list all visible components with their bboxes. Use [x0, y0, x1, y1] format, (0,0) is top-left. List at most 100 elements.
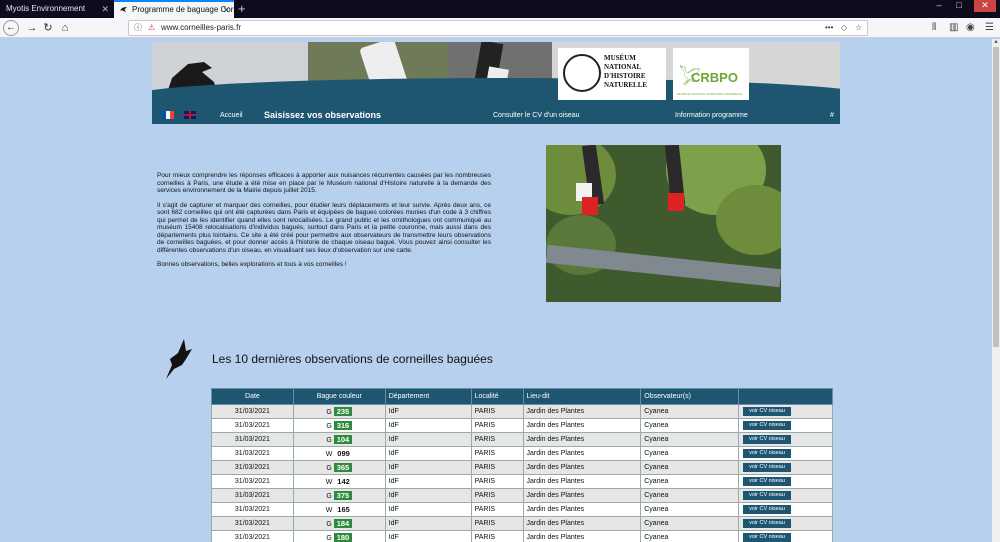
- cell-localite: PARIS: [470, 432, 524, 447]
- menu-consulter[interactable]: Consulter le CV d'un oiseau: [493, 108, 580, 123]
- window-close-icon[interactable]: ✕: [974, 0, 996, 12]
- voir-cv-button[interactable]: voir CV oiseau: [743, 491, 791, 500]
- cell-localite: PARIS: [470, 530, 524, 542]
- table-row: 31/03/2021 G 235 IdF PARIS Jardin des Plante…: [211, 404, 833, 419]
- cell-action: voir CV oiseau: [738, 404, 833, 419]
- new-tab-icon[interactable]: +: [238, 0, 246, 17]
- cell-departement: IdF: [384, 530, 472, 542]
- cell-observateur: Cyanea: [640, 488, 740, 503]
- crbpo-logo[interactable]: 𓅯 CRBPO MUSÉUM NATIONAL D'HISTOIRE NATUR…: [673, 48, 749, 100]
- cell-action: voir CV oiseau: [738, 432, 833, 447]
- cell-action: voir CV oiseau: [738, 488, 833, 503]
- header-date: Date: [211, 388, 294, 405]
- cell-action: voir CV oiseau: [738, 446, 833, 461]
- table-row: 31/03/2021 G 180 IdF PARIS Jardin des Plante…: [211, 530, 833, 542]
- home-icon[interactable]: ⌂: [57, 20, 73, 36]
- scroll-up-icon[interactable]: ▲: [992, 39, 1000, 45]
- voir-cv-button[interactable]: voir CV oiseau: [743, 435, 791, 444]
- url-text[interactable]: www.corneilles-paris.fr: [161, 21, 241, 35]
- back-icon[interactable]: ←: [3, 20, 19, 36]
- cell-action: voir CV oiseau: [738, 516, 833, 531]
- menu-saisissez[interactable]: Saisissez vos observations: [264, 108, 381, 123]
- voir-cv-button[interactable]: voir CV oiseau: [743, 477, 791, 486]
- voir-cv-button[interactable]: voir CV oiseau: [743, 533, 791, 542]
- table-row: 31/03/2021 G 375 IdF PARIS Jardin des Plante…: [211, 488, 833, 503]
- cell-observateur: Cyanea: [640, 460, 740, 475]
- bookmark-star-icon[interactable]: ☆: [855, 22, 862, 34]
- voir-cv-button[interactable]: voir CV oiseau: [743, 449, 791, 458]
- cell-departement: IdF: [384, 516, 472, 531]
- french-flag-icon[interactable]: [162, 111, 174, 119]
- extension-icon[interactable]: ◉: [966, 20, 975, 36]
- tab-title: Myotis Environnement: [6, 4, 86, 13]
- ring-color-letter: G: [326, 521, 332, 528]
- close-tab-icon[interactable]: ✕: [101, 0, 109, 18]
- menu-icon[interactable]: ☰: [985, 20, 994, 36]
- table-row: 31/03/2021 W 099 IdF PARIS Jardin des Plante…: [211, 446, 833, 461]
- menu-information[interactable]: Information programme: [675, 108, 748, 123]
- mnhn-logo[interactable]: MUSÉUM NATIONAL D'HISTOIRE NATURELLE: [558, 48, 666, 100]
- minimize-icon[interactable]: –: [930, 0, 948, 12]
- crbpo-logo-subtext: MUSÉUM NATIONAL D'HISTOIRE NATURELLE: [677, 92, 742, 96]
- cell-localite: PARIS: [470, 516, 524, 531]
- table-row: 31/03/2021 W 142 IdF PARIS Jardin des Plante…: [211, 474, 833, 489]
- forward-icon[interactable]: →: [24, 20, 40, 36]
- sidebar-icon[interactable]: ▥: [949, 20, 958, 36]
- cell-departement: IdF: [384, 474, 472, 489]
- ring-code: 180: [333, 533, 353, 542]
- table-row: 31/03/2021 G 184 IdF PARIS Jardin des Plante…: [211, 516, 833, 531]
- page-scrollbar[interactable]: ▲: [992, 39, 1000, 542]
- more-icon[interactable]: •••: [825, 22, 833, 34]
- header-action: [738, 388, 833, 405]
- header-lieu: Lieu-dit: [522, 388, 642, 405]
- ring-color-letter: W: [325, 479, 333, 486]
- tab-corneilles[interactable]: Programme de baguage Corn ✕: [114, 0, 234, 18]
- cell-observateur: Cyanea: [640, 432, 740, 447]
- mnhn-seal-icon: [563, 54, 601, 92]
- menu-accueil[interactable]: Accueil: [220, 108, 243, 123]
- intro-paragraph-1: Pour mieux comprendre les réponses effic…: [157, 172, 491, 194]
- cell-localite: PARIS: [470, 446, 524, 461]
- voir-cv-button[interactable]: voir CV oiseau: [743, 519, 791, 528]
- cell-lieu: Jardin des Plantes: [522, 474, 642, 489]
- ring-code: 316: [333, 421, 353, 430]
- section-title: Les 10 dernières observations de corneil…: [212, 352, 493, 366]
- ringed-crow-photo: [546, 145, 781, 302]
- site-menu: Accueil Saisissez vos observations Consu…: [152, 108, 840, 124]
- cell-date: 31/03/2021: [211, 502, 294, 517]
- close-tab-icon[interactable]: ✕: [222, 2, 230, 18]
- table-header-row: Date Bague couleur Département Localité …: [211, 388, 833, 405]
- ring-color-letter: G: [326, 493, 332, 500]
- tab-myotis[interactable]: Myotis Environnement ✕: [0, 0, 113, 18]
- cell-lieu: Jardin des Plantes: [522, 530, 642, 542]
- ring-code: 375: [333, 491, 353, 500]
- cell-date: 31/03/2021: [211, 474, 294, 489]
- cell-date: 31/03/2021: [211, 418, 294, 433]
- menu-hash[interactable]: #: [830, 108, 834, 123]
- info-icon[interactable]: ⓘ: [134, 22, 142, 34]
- voir-cv-button[interactable]: voir CV oiseau: [743, 407, 791, 416]
- observations-table: Date Bague couleur Département Localité …: [211, 388, 833, 542]
- intro-paragraph-2: Il s'agit de capturer et marquer des cor…: [157, 201, 491, 254]
- tab-bar: Myotis Environnement ✕ Programme de bagu…: [0, 0, 1000, 18]
- maximize-icon[interactable]: □: [950, 0, 968, 12]
- header-observateur: Observateur(s): [640, 388, 740, 405]
- cell-date: 31/03/2021: [211, 404, 294, 419]
- pocket-icon[interactable]: ◇: [841, 22, 847, 34]
- cell-observateur: Cyanea: [640, 530, 740, 542]
- voir-cv-button[interactable]: voir CV oiseau: [743, 421, 791, 430]
- ring-color-letter: G: [326, 423, 332, 430]
- url-bar[interactable]: ⓘ ⚠ www.corneilles-paris.fr ••• ◇ ☆: [128, 20, 868, 36]
- voir-cv-button[interactable]: voir CV oiseau: [743, 505, 791, 514]
- scroll-thumb[interactable]: [993, 47, 999, 347]
- cell-departement: IdF: [384, 460, 472, 475]
- reload-icon[interactable]: ↻: [40, 20, 56, 36]
- english-flag-icon[interactable]: [184, 111, 196, 119]
- cell-departement: IdF: [384, 446, 472, 461]
- library-icon[interactable]: ⫴: [932, 20, 936, 36]
- ring-code: 235: [333, 407, 353, 416]
- voir-cv-button[interactable]: voir CV oiseau: [743, 463, 791, 472]
- ring-code: 142: [337, 477, 350, 486]
- cell-observateur: Cyanea: [640, 502, 740, 517]
- insecure-icon: ⚠: [148, 23, 156, 32]
